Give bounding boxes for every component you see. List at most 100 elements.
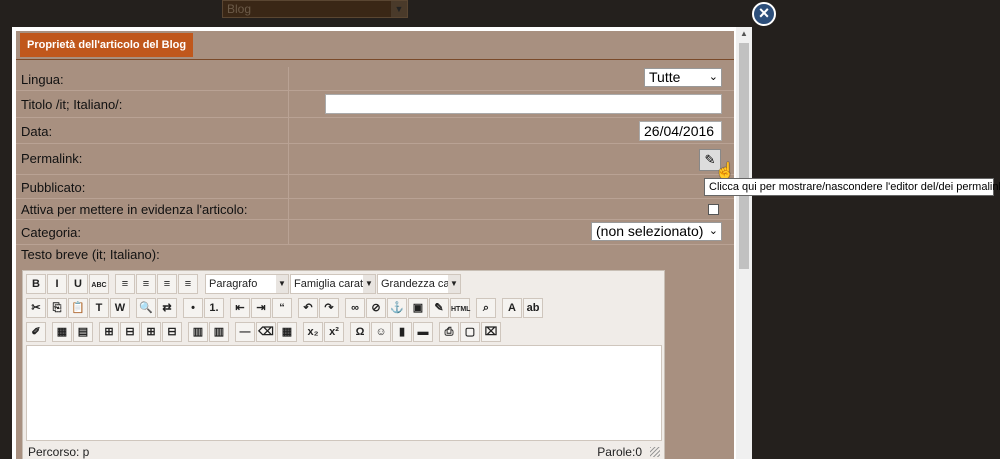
numbered-list-button[interactable]: 1.	[204, 298, 224, 318]
row-separator	[288, 175, 289, 198]
permalink-label: Permalink:	[21, 151, 83, 166]
cell-split-button[interactable]: ▥	[188, 322, 208, 342]
strikethrough-icon: ABC	[91, 282, 107, 289]
table-props-button[interactable]: ▦	[52, 322, 72, 342]
pdf-button[interactable]: ⌧	[481, 322, 501, 342]
editor-dropdowns: Paragrafo ▼ Famiglia caratt ▼ Grandezza …	[205, 274, 461, 294]
cleanup-icon: ✎	[434, 302, 444, 314]
print-button[interactable]: ⎙	[439, 322, 459, 342]
undo-button[interactable]: ↶	[298, 298, 318, 318]
advanced-hr-button[interactable]: ▬	[413, 322, 433, 342]
chevron-down-icon: ▼	[448, 275, 460, 293]
copy-button[interactable]: ⎘	[47, 298, 67, 318]
align-center-button[interactable]: ≡	[136, 274, 156, 294]
edit-button[interactable]: ✐	[26, 322, 46, 342]
image-button[interactable]: ▣	[408, 298, 428, 318]
row-titolo: Titolo /it; Italiano/:	[16, 91, 734, 118]
permalink-tooltip: Clicca qui per mostrare/nascondere l'edi…	[704, 178, 1000, 196]
fullscreen-button[interactable]: ▢	[460, 322, 480, 342]
link-button[interactable]: ∞	[345, 298, 365, 318]
paste-word-button[interactable]: W	[110, 298, 130, 318]
close-button[interactable]: ×	[752, 2, 776, 26]
row-delete-button[interactable]: ⊟	[120, 322, 140, 342]
blockquote-icon: “	[279, 302, 285, 314]
anchor-button[interactable]: ⚓	[387, 298, 407, 318]
categoria-select[interactable]: (non selezionato) ⌄	[591, 222, 722, 241]
underline-icon: U	[74, 278, 82, 290]
row-separator	[288, 220, 289, 244]
font-family-dropdown[interactable]: Famiglia caratt ▼	[290, 274, 376, 294]
preview-button[interactable]: ⌕	[476, 298, 496, 318]
col-delete-button[interactable]: ⊟	[162, 322, 182, 342]
italic-button[interactable]: I	[47, 274, 67, 294]
resize-handle[interactable]	[650, 447, 660, 457]
toolbar-separator	[47, 322, 51, 342]
undo-icon: ↶	[303, 302, 313, 314]
featured-checkbox[interactable]	[708, 204, 719, 215]
rich-text-editor: B I U ABC ≡ ≡ ≡ ≡ Paragrafo ▼ Famiglia caratt ▼…	[22, 270, 665, 459]
superscript-icon: x²	[329, 326, 339, 338]
subscript-button[interactable]: x₂	[303, 322, 323, 342]
replace-button[interactable]: ⇄	[157, 298, 177, 318]
row-categoria: Categoria: (non selezionato) ⌄	[16, 220, 734, 245]
superscript-button[interactable]: x²	[324, 322, 344, 342]
font-size-dropdown[interactable]: Grandezza car ▼	[377, 274, 461, 294]
table-button[interactable]: ▦	[277, 322, 297, 342]
paste-button[interactable]: 📋	[68, 298, 88, 318]
find-button[interactable]: 🔍	[136, 298, 156, 318]
titolo-input[interactable]	[325, 94, 722, 114]
paste-text-button[interactable]: T	[89, 298, 109, 318]
toolbar-separator	[298, 322, 302, 342]
toolbar-separator	[293, 298, 297, 318]
bullet-list-button[interactable]: •	[183, 298, 203, 318]
article-properties-panel: Proprietà dell'articolo del Blog Lingua:…	[16, 31, 734, 459]
unlink-button[interactable]: ⊘	[366, 298, 386, 318]
categoria-label: Categoria:	[21, 225, 81, 240]
toolbar-separator	[110, 274, 114, 294]
special-char-button[interactable]: Ω	[350, 322, 370, 342]
row-insert-button[interactable]: ⊞	[99, 322, 119, 342]
titolo-label: Titolo /it; Italiano/:	[21, 97, 123, 112]
table-icon: ▦	[281, 326, 293, 338]
redo-button[interactable]: ↷	[319, 298, 339, 318]
pencil-icon: ✎	[704, 152, 716, 167]
indent-button[interactable]: ⇥	[251, 298, 271, 318]
lingua-select[interactable]: Tutte ⌄	[644, 68, 722, 87]
col-insert-button[interactable]: ⊞	[141, 322, 161, 342]
align-justify-button[interactable]: ≡	[178, 274, 198, 294]
outdent-button[interactable]: ⇤	[230, 298, 250, 318]
cut-button[interactable]: ✂	[26, 298, 46, 318]
editor-status-bar: Percorso: p Parole:0	[26, 443, 662, 459]
align-right-button[interactable]: ≡	[157, 274, 177, 294]
media-button[interactable]: ▮	[392, 322, 412, 342]
row-lingua: Lingua: Tutte ⌄	[16, 67, 734, 91]
cell-merge-button[interactable]: ▥	[209, 322, 229, 342]
scrollbar-thumb[interactable]	[739, 43, 749, 269]
link-icon: ∞	[351, 302, 359, 314]
edit-icon: ✐	[31, 326, 41, 338]
editor-content-area[interactable]	[26, 345, 662, 441]
html-button[interactable]: HTML	[450, 298, 470, 318]
highlight-color-icon: ab	[526, 302, 540, 314]
modal-scrollbar[interactable]: ▲	[736, 27, 752, 459]
bold-button[interactable]: B	[26, 274, 46, 294]
text-color-button[interactable]: A	[502, 298, 522, 318]
editor-toolbar-row-3: ✐ ▦ ▤ ⊞ ⊟ ⊞ ⊟ ▥ ▥ — ⌫ ▦ x₂ x² Ω ☺ ▮ ▬ ⎙ ▢ ⌧	[26, 322, 501, 342]
cleanup-button[interactable]: ✎	[429, 298, 449, 318]
emoticon-button[interactable]: ☺	[371, 322, 391, 342]
table-row-button[interactable]: ▤	[73, 322, 93, 342]
remove-format-button[interactable]: ⌫	[256, 322, 276, 342]
format-dropdown[interactable]: Paragrafo ▼	[205, 274, 289, 294]
underline-button[interactable]: U	[68, 274, 88, 294]
date-input[interactable]: 26/04/2016	[639, 121, 722, 141]
align-left-button[interactable]: ≡	[115, 274, 135, 294]
horizontal-rule-button[interactable]: —	[235, 322, 255, 342]
background-select[interactable]: Blog ▼	[222, 0, 408, 18]
highlight-color-button[interactable]: ab	[523, 298, 543, 318]
scroll-up-icon[interactable]: ▲	[736, 27, 752, 41]
align-justify-icon: ≡	[184, 278, 192, 290]
italic-icon: I	[55, 278, 59, 290]
bullet-list-icon: •	[191, 302, 195, 314]
blockquote-button[interactable]: “	[272, 298, 292, 318]
strikethrough-button[interactable]: ABC	[89, 274, 109, 294]
